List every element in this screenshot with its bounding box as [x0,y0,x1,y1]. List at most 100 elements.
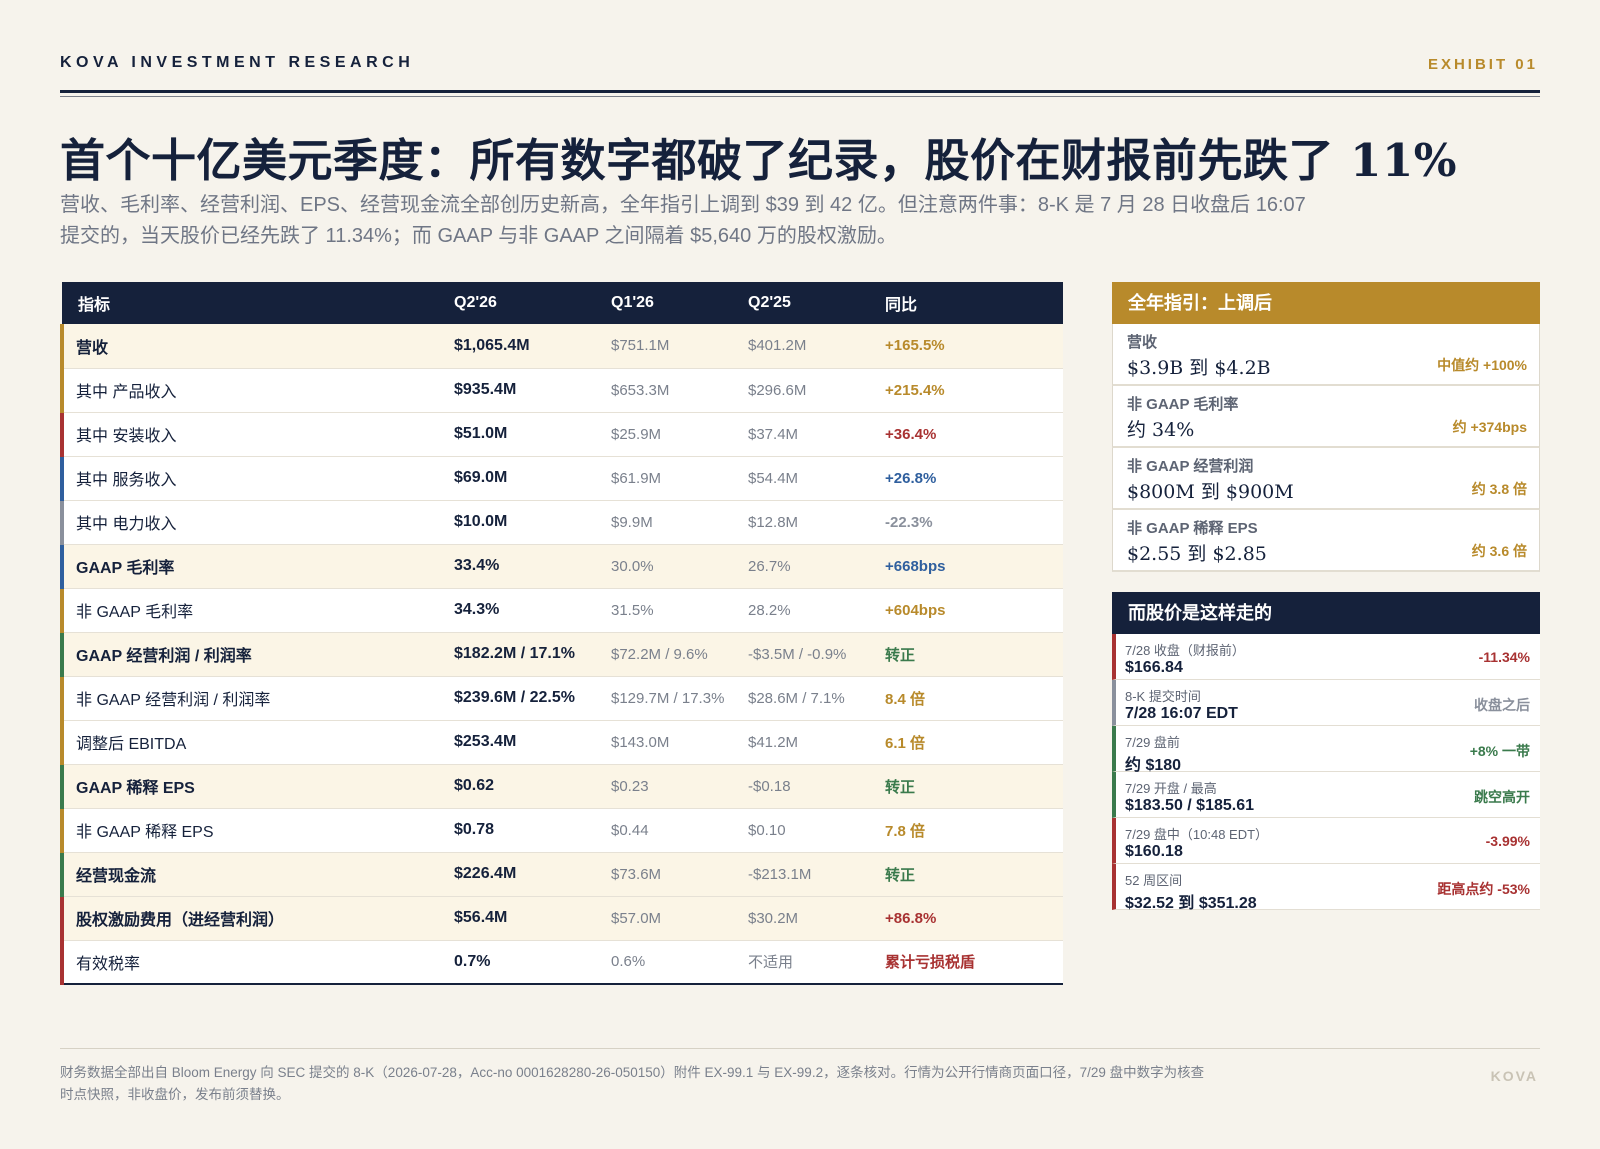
stock-item: 7/29 盘前约 $180 +8% 一带 [1112,726,1540,774]
stock-note: -11.34% [1478,649,1530,665]
table-row: 其中 服务收入 $69.0M $61.9M $54.4M +26.8% [60,456,1063,500]
metric-cell: 有效税率 [60,940,438,984]
yoy-cell: 转正 [885,646,916,664]
stock-value: $166.84 [1125,659,1183,676]
q2-25-cell: 不适用 [748,954,794,972]
stock-label: 8-K 提交时间 [1125,689,1201,704]
q1-26-cell: $751.1M [611,337,670,355]
q1-26-cell: $653.3M [611,381,670,399]
q1-26-cell: $61.9M [611,469,662,487]
metric-cell: GAAP 毛利率 [60,544,438,588]
stock-item: 7/29 开盘 / 最高 $183.50 / $185.61 跳空高开 [1112,772,1540,818]
q2-26-cell: $935.4M [454,381,517,398]
table-row: 其中 电力收入 $10.0M $9.9M $12.8M -22.3% [60,500,1063,544]
yoy-cell: -22.3% [885,513,933,531]
table-row: 非 GAAP 毛利率 34.3% 31.5% 28.2% +604bps [60,588,1063,632]
yoy-cell: 累计亏损税盾 [885,954,976,972]
header-rule-thick [60,90,1540,93]
guidance-label: 非 GAAP 稀释 EPS [1127,520,1258,537]
q2-26-cell: 0.7% [454,952,491,970]
q1-26-cell: $0.44 [611,821,649,839]
stock-label: 7/28 收盘（财报前） [1125,643,1245,658]
q2-26-cell: 34.3% [454,601,500,618]
q2-25-cell: $12.8M [748,513,799,531]
q2-26-cell: $69.0M [454,469,508,486]
q2-25-cell: $37.4M [748,425,799,443]
table-row: GAAP 经营利润 / 利润率 $182.2M / 17.1% $72.2M / 9… [60,632,1063,676]
q2-25-cell: $296.6M [748,381,807,399]
guidance-label: 非 GAAP 毛利率 [1127,396,1239,413]
q1-26-cell: $25.9M [611,425,662,443]
q1-26-cell: $57.0M [611,909,662,927]
header-yoy: 同比 [885,297,918,314]
stock-label: 7/29 开盘 / 最高 [1125,781,1217,796]
report-page: KOVA INVESTMENT RESEARCH EXHIBIT 01 首个十亿… [60,0,1540,1149]
table-row: 股权激励费用（进经营利润） $56.4M $57.0M $30.2M +86.8% [60,896,1063,940]
stock-item: 7/29 盘中（10:48 EDT） $160.18 -3.99% [1112,818,1540,864]
stock-note: 距高点约 -53% [1437,881,1530,897]
page-subtitle: 营收、毛利率、经营利润、EPS、经营现金流全部创历史新高，全年指引上调到 $39… [60,194,1306,247]
table-row: 营收 $1,065.4M $751.1M $401.2M +165.5% [60,324,1063,368]
q1-26-cell: $72.2M / 9.6% [611,645,708,663]
page-title: 首个十亿美元季度：所有数字都破了纪录，股价在财报前先跌了 11% [60,134,1458,187]
q1-26-cell: $0.23 [611,777,649,795]
metric-cell: 非 GAAP 毛利率 [60,588,438,632]
guidance-note: 中值约 +100% [1437,357,1527,373]
top-bar: KOVA INVESTMENT RESEARCH EXHIBIT 01 [60,54,1540,78]
metric-cell: 其中 服务收入 [60,456,438,500]
metric-cell: 其中 安装收入 [60,412,438,456]
q2-25-cell: -$3.5M / -0.9% [748,645,847,663]
yoy-cell: 6.1 倍 [885,734,926,752]
q2-26-cell: $0.62 [454,777,495,794]
guidance-item: 非 GAAP 稀释 EPS $2.55 到 $2.85 约 3.6 倍 [1112,510,1540,572]
table-body: 营收 $1,065.4M $751.1M $401.2M +165.5% 其中 产品收入 $… [60,324,1063,984]
q1-26-cell: $143.0M [611,733,670,751]
table-row: 经营现金流 $226.4M $73.6M -$213.1M 转正 [60,852,1063,896]
metric-cell: 股权激励费用（进经营利润） [60,896,438,940]
table-row: 有效税率 0.7% 0.6% 不适用 累计亏损税盾 [60,940,1063,984]
yoy-cell: +668bps [885,557,946,575]
header-metric: 指标 [78,297,111,314]
metric-cell: 其中 产品收入 [60,368,438,412]
q2-26-cell: $10.0M [454,513,508,530]
footer-brand-mark: KOVA [1490,1068,1538,1084]
table-row: 调整后 EBITDA $253.4M $143.0M $41.2M 6.1 倍 [60,720,1063,764]
yoy-cell: 转正 [885,866,916,884]
stock-item: 52 周区间 $32.52 到 $351.28 距高点约 -53% [1112,864,1540,912]
brand-name: KOVA INVESTMENT RESEARCH [60,54,415,71]
stock-note: 跳空高开 [1474,789,1530,805]
table-row: GAAP 毛利率 33.4% 30.0% 26.7% +668bps [60,544,1063,588]
q2-25-cell: 26.7% [748,557,791,575]
guidance-item: 营收 $3.9B 到 $4.2B 中值约 +100% [1112,324,1540,386]
guidance-item: 非 GAAP 毛利率约 34% 约 +374bps [1112,386,1540,448]
guidance-label: 非 GAAP 经营利润 [1127,458,1254,475]
metrics-table-container: 指标 Q2'26 Q1'26 Q2'25 同比 营收 $1,065.4M $751.… [60,282,1063,985]
q2-26-cell: $51.0M [454,425,508,442]
q2-26-cell: $1,065.4M [454,336,530,354]
yoy-cell: +215.4% [885,381,945,399]
q2-25-cell: -$213.1M [748,865,812,883]
q2-25-cell: $30.2M [748,909,799,927]
metric-cell: 非 GAAP 经营利润 / 利润率 [60,676,438,720]
q2-26-cell: $239.6M / 22.5% [454,689,575,706]
header-q1-26: Q1'26 [611,294,654,311]
guidance-note: 约 +374bps [1452,419,1527,435]
metric-cell: GAAP 经营利润 / 利润率 [60,632,438,676]
stock-label: 7/29 盘中（10:48 EDT） [1125,827,1269,842]
table-row: 其中 产品收入 $935.4M $653.3M $296.6M +215.4% [60,368,1063,412]
guidance-item: 非 GAAP 经营利润 $800M 到 $900M 约 3.8 倍 [1112,448,1540,510]
stock-item: 7/28 收盘（财报前） $166.84 -11.34% [1112,634,1540,680]
table-row: 其中 安装收入 $51.0M $25.9M $37.4M +36.4% [60,412,1063,456]
q2-26-cell: $56.4M [454,909,508,926]
table-row: GAAP 稀释 EPS $0.62 $0.23 -$0.18 转正 [60,764,1063,808]
guidance-value: $2.55 到 $2.85 [1127,543,1267,565]
metrics-table: 指标 Q2'26 Q1'26 Q2'25 同比 营收 $1,065.4M $751.… [60,282,1063,985]
stock-title: 而股价是这样走的 [1112,592,1540,634]
guidance-title: 全年指引：上调后 [1112,282,1540,324]
q1-26-cell: $73.6M [611,865,662,883]
q2-26-cell: 33.4% [454,557,500,574]
metric-cell: 经营现金流 [60,852,438,896]
yoy-cell: +36.4% [885,425,937,443]
yoy-cell: 转正 [885,778,916,796]
table-header-row: 指标 Q2'26 Q1'26 Q2'25 同比 [62,282,1063,324]
